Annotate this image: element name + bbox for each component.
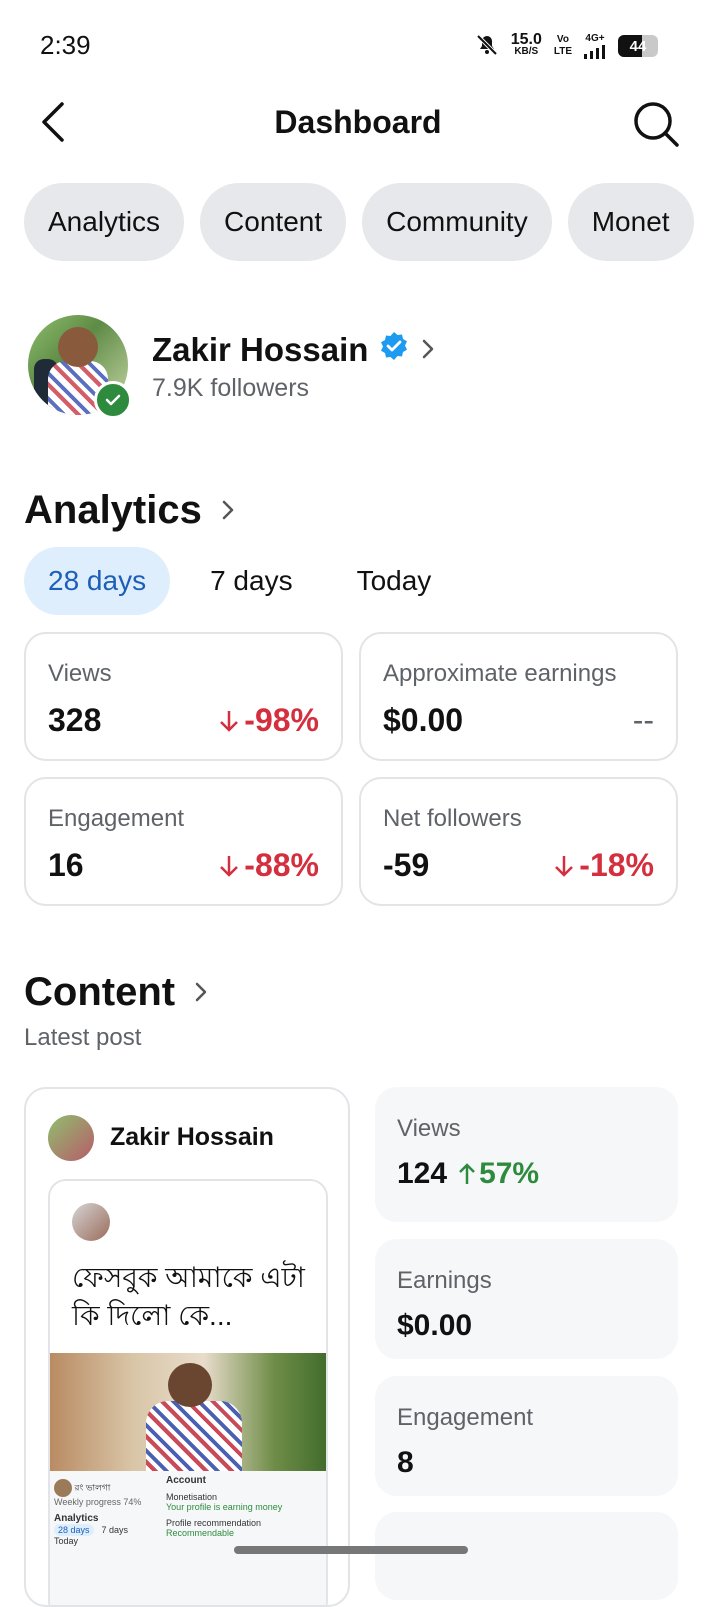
date-range-tabs: 28 days 7 days Today xyxy=(24,547,455,615)
post-screenshot: রং ভালগা Weekly progress 74% Analytics 2… xyxy=(50,1471,326,1605)
chevron-right-icon xyxy=(420,331,436,369)
tab-community[interactable]: Community xyxy=(362,183,552,261)
stat-label: Net followers xyxy=(383,805,522,832)
page-title: Dashboard xyxy=(274,104,442,140)
stat-value: 328 xyxy=(48,702,102,738)
battery-level: 44 xyxy=(629,37,647,55)
content-section-link[interactable]: Content xyxy=(24,970,209,1015)
post-views-card[interactable]: Views 124 57% xyxy=(375,1087,678,1222)
profile-name: Zakir Hossain xyxy=(152,331,369,368)
tab-analytics[interactable]: Analytics xyxy=(24,183,185,261)
chevron-right-icon xyxy=(193,970,209,1015)
post-engagement-card[interactable]: Engagement 8 xyxy=(375,1376,678,1496)
follower-count: 7.9K followers xyxy=(152,374,310,402)
tab-monetisation[interactable]: Monet xyxy=(567,183,694,261)
stat-change: -- xyxy=(632,702,654,738)
metric-value: 124 57% xyxy=(397,1157,540,1191)
post-author: Zakir Hossain xyxy=(110,1123,274,1151)
avatar xyxy=(72,1203,110,1241)
signal-icon: 4G+ xyxy=(584,33,606,59)
post-image xyxy=(50,1353,326,1473)
post-preview: ফেসবুক আমাকে এটা কি দিলো কে... রং ভালগা … xyxy=(48,1179,328,1605)
stat-label: Approximate earnings xyxy=(383,660,617,687)
avatar xyxy=(48,1115,94,1161)
metric-value: 8 xyxy=(397,1446,414,1479)
arrow-down-icon xyxy=(220,855,239,877)
views-card[interactable]: Views 328 -98% xyxy=(24,632,343,761)
stat-value: -59 xyxy=(383,847,430,883)
section-title: Content xyxy=(24,970,176,1014)
latest-post-card[interactable]: Zakir Hossain ফেসবুক আমাকে এটা কি দিলো ক… xyxy=(24,1087,350,1607)
verified-icon xyxy=(378,330,410,370)
stat-change: -18% xyxy=(553,847,654,884)
post-earnings-card[interactable]: Earnings $0.00 xyxy=(375,1239,678,1359)
chevron-right-icon xyxy=(220,488,236,533)
earnings-card[interactable]: Approximate earnings $0.00 -- xyxy=(359,632,678,761)
net-speed: 15.0 KB/S xyxy=(510,31,542,58)
metric-label: Views xyxy=(397,1115,461,1142)
metric-change: 57% xyxy=(457,1157,539,1191)
range-28-days[interactable]: 28 days xyxy=(24,547,171,615)
search-icon xyxy=(634,102,679,147)
arrow-down-icon xyxy=(220,710,239,732)
metric-value: $0.00 xyxy=(397,1309,473,1342)
stat-label: Engagement xyxy=(48,805,185,832)
metric-card[interactable] xyxy=(375,1512,678,1600)
net-followers-card[interactable]: Net followers -59 -18% xyxy=(359,777,678,906)
analytics-section-link[interactable]: Analytics xyxy=(24,488,236,533)
battery-icon: 44 xyxy=(618,35,658,57)
content-subtitle: Latest post xyxy=(24,1024,142,1051)
metric-label: Engagement xyxy=(397,1404,534,1431)
stat-value: $0.00 xyxy=(383,702,464,738)
stat-value: 16 xyxy=(48,847,84,883)
stat-change: -88% xyxy=(218,847,319,884)
post-text: ফেসবুক আমাকে এটা কি দিলো কে... xyxy=(72,1262,305,1331)
engagement-card[interactable]: Engagement 16 -88% xyxy=(24,777,343,906)
section-tabs: Analytics Content Community Monet xyxy=(24,183,694,261)
mute-icon xyxy=(475,33,499,60)
arrow-up-icon xyxy=(459,1163,475,1184)
section-title: Analytics xyxy=(24,488,202,532)
metric-label: Earnings xyxy=(397,1267,492,1294)
range-7-days[interactable]: 7 days xyxy=(186,547,317,615)
status-time: 2:39 xyxy=(40,30,91,60)
status-icons: 15.0 KB/S Vo LTE 4G+ 44 xyxy=(475,30,658,62)
check-badge-icon xyxy=(94,381,132,419)
stat-label: Views xyxy=(48,660,112,687)
home-indicator[interactable] xyxy=(234,1546,468,1554)
arrow-down-icon xyxy=(555,855,574,877)
range-today[interactable]: Today xyxy=(333,547,456,615)
profile-name-link[interactable]: Zakir Hossain xyxy=(152,330,436,370)
stat-change: -98% xyxy=(218,702,319,739)
volte-indicator: Vo LTE xyxy=(553,34,572,57)
search-button[interactable] xyxy=(630,98,682,150)
tab-content[interactable]: Content xyxy=(200,183,347,261)
